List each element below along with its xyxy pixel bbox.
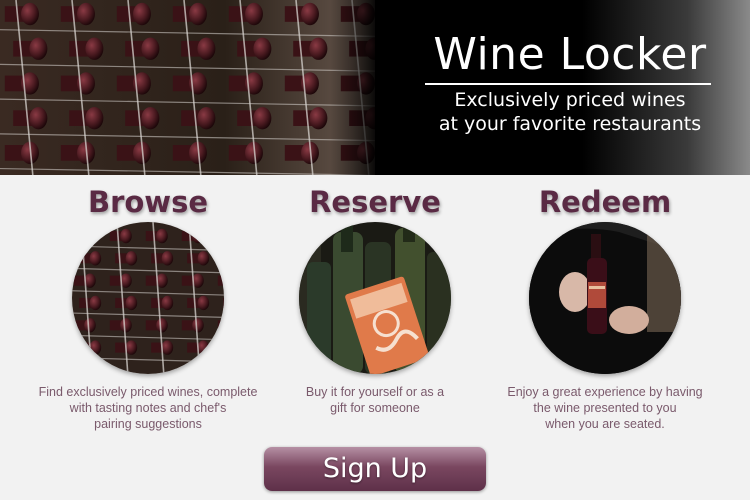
step-description-browse: Find exclusively priced wines, complete … — [33, 384, 263, 432]
step-description-reserve: Buy it for yourself or as a gift for som… — [260, 384, 490, 416]
description-line: the wine presented to you — [533, 401, 677, 415]
wine-presentation-photo — [529, 222, 681, 374]
tagline-line-1: Exclusively priced wines — [454, 89, 686, 111]
step-browse: Browse Find exclusively priced wines, co… — [33, 182, 263, 432]
description-line: pairing suggestions — [94, 417, 202, 431]
step-redeem: Redeem Enjoy a great experience by havin… — [490, 182, 720, 432]
step-description-redeem: Enjoy a great experience by having the w… — [490, 384, 720, 432]
gift-bottles-photo — [299, 222, 451, 374]
hero-banner: Wine Locker Exclusively priced wines at … — [0, 0, 750, 175]
description-line: when you are seated. — [545, 417, 665, 431]
site-title: Wine Locker — [433, 29, 707, 80]
hero-tagline: Exclusively priced wines at your favorit… — [410, 88, 730, 136]
step-heading-reserve: Reserve — [309, 185, 441, 219]
step-heading-browse: Browse — [87, 185, 209, 219]
description-line: with tasting notes and chef's — [69, 401, 227, 415]
description-line: Find exclusively priced wines, complete — [38, 385, 258, 399]
title-divider — [425, 83, 711, 85]
step-heading-redeem: Redeem — [538, 185, 672, 219]
tagline-line-2: at your favorite restaurants — [438, 113, 702, 135]
sign-up-button[interactable]: Sign Up — [264, 447, 486, 491]
description-line: gift for someone — [330, 401, 420, 415]
wine-rack-photo — [72, 222, 224, 374]
step-reserve: Reserve Buy it for yourself or as a gift… — [260, 182, 490, 416]
description-line: Enjoy a great experience by having — [507, 385, 703, 399]
wine-rack-hero-image — [0, 0, 375, 175]
description-line: Buy it for yourself or as a — [305, 385, 445, 399]
